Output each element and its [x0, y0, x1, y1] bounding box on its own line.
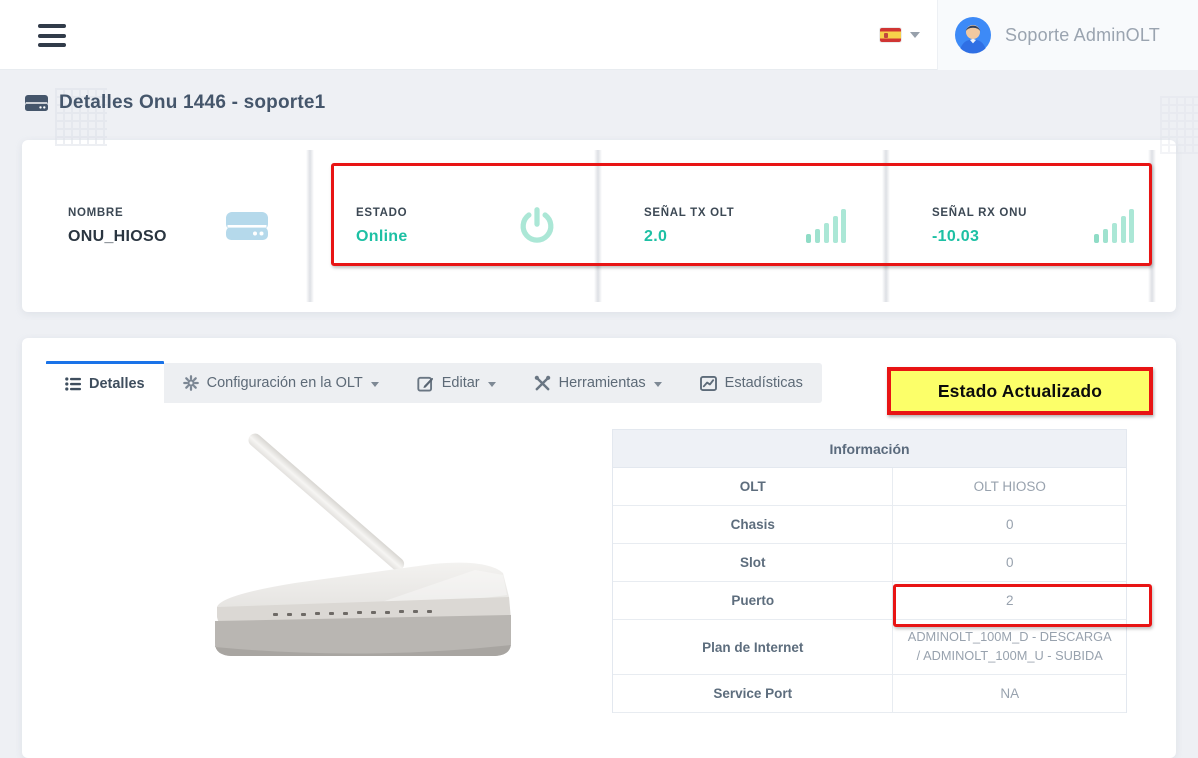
row-label: Puerto: [613, 582, 893, 619]
status-col-senal-rx: SEÑAL RX ONU -10.03: [886, 140, 1174, 312]
row-value: ADMINOLT_100M_D - DESCARGA / ADMINOLT_10…: [893, 620, 1126, 674]
tab-bar: Detalles Configuración en la OLT Ed: [46, 363, 822, 403]
background-pattern: [1160, 96, 1198, 154]
stat-label: NOMBRE: [68, 207, 167, 219]
stat-value: 2.0: [644, 228, 734, 246]
stat-value: ONU_HIOSO: [68, 228, 167, 246]
top-navbar: Soporte AdminOLT: [0, 0, 1198, 70]
hamburger-menu-icon[interactable]: [38, 24, 66, 47]
row-label: OLT: [613, 468, 893, 505]
table-row: Chasis 0: [613, 506, 1126, 544]
status-col-nombre: NOMBRE ONU_HIOSO: [22, 140, 310, 312]
tab-label: Editar: [442, 375, 480, 391]
tab-configuracion-olt[interactable]: Configuración en la OLT: [164, 363, 398, 403]
row-label: Service Port: [613, 675, 893, 712]
list-icon: [65, 377, 81, 391]
chart-icon: [700, 376, 717, 391]
row-label: Chasis: [613, 506, 893, 543]
modem-icon: [24, 94, 49, 112]
info-table: Información OLT OLT HIOSO Chasis 0 Slot …: [612, 429, 1127, 713]
status-col-senal-tx: SEÑAL TX OLT 2.0: [598, 140, 886, 312]
tab-herramientas[interactable]: Herramientas: [515, 363, 681, 403]
power-icon: [516, 205, 558, 247]
tab-detalles[interactable]: Detalles: [46, 361, 164, 403]
gear-icon: [183, 375, 199, 391]
row-value: NA: [893, 675, 1126, 712]
table-row: Slot 0: [613, 544, 1126, 582]
breadcrumb: Detalles Onu 1446 - soporte1: [24, 92, 325, 114]
onu-status-card: NOMBRE ONU_HIOSO ESTADO Online SEÑAL TX …: [22, 140, 1176, 312]
tab-label: Herramientas: [559, 375, 646, 391]
status-col-estado: ESTADO Online: [310, 140, 598, 312]
row-label: Slot: [613, 544, 893, 581]
chevron-down-icon: [654, 382, 662, 387]
tab-label: Configuración en la OLT: [207, 375, 363, 391]
spain-flag-icon: [880, 28, 901, 42]
modem-icon: [224, 209, 270, 243]
stat-value: Online: [356, 228, 408, 246]
tools-icon: [534, 375, 551, 392]
divider: [1148, 150, 1156, 302]
user-menu[interactable]: Soporte AdminOLT: [937, 0, 1198, 70]
chevron-down-icon: [910, 32, 920, 38]
page-title: Detalles Onu 1446 - soporte1: [59, 92, 325, 114]
row-label: Plan de Internet: [613, 620, 893, 674]
stat-value: -10.03: [932, 228, 1027, 246]
tab-estadisticas[interactable]: Estadísticas: [681, 363, 822, 403]
row-value: 2: [893, 582, 1126, 619]
row-value: 0: [893, 544, 1126, 581]
chevron-down-icon: [488, 382, 496, 387]
stat-label: ESTADO: [356, 207, 408, 219]
language-selector[interactable]: [880, 0, 920, 70]
chevron-down-icon: [371, 382, 379, 387]
user-name: Soporte AdminOLT: [1005, 25, 1160, 46]
tab-editar[interactable]: Editar: [398, 363, 515, 403]
signal-bars-icon: [1092, 207, 1134, 245]
tab-label: Detalles: [89, 376, 145, 392]
table-row: Puerto 2: [613, 582, 1126, 620]
annotation-updated-badge: Estado Actualizado: [887, 367, 1153, 415]
table-row: Plan de Internet ADMINOLT_100M_D - DESCA…: [613, 620, 1126, 675]
row-value: OLT HIOSO: [893, 468, 1126, 505]
avatar: [954, 16, 992, 54]
signal-bars-icon: [804, 207, 846, 245]
table-row: Service Port NA: [613, 675, 1126, 713]
stat-label: SEÑAL TX OLT: [644, 207, 734, 219]
stat-label: SEÑAL RX ONU: [932, 207, 1027, 219]
row-value: 0: [893, 506, 1126, 543]
edit-icon: [417, 375, 434, 392]
table-row: OLT OLT HIOSO: [613, 468, 1126, 506]
tab-label: Estadísticas: [725, 375, 803, 391]
table-header: Información: [613, 430, 1126, 468]
onu-device-image: [185, 425, 545, 665]
